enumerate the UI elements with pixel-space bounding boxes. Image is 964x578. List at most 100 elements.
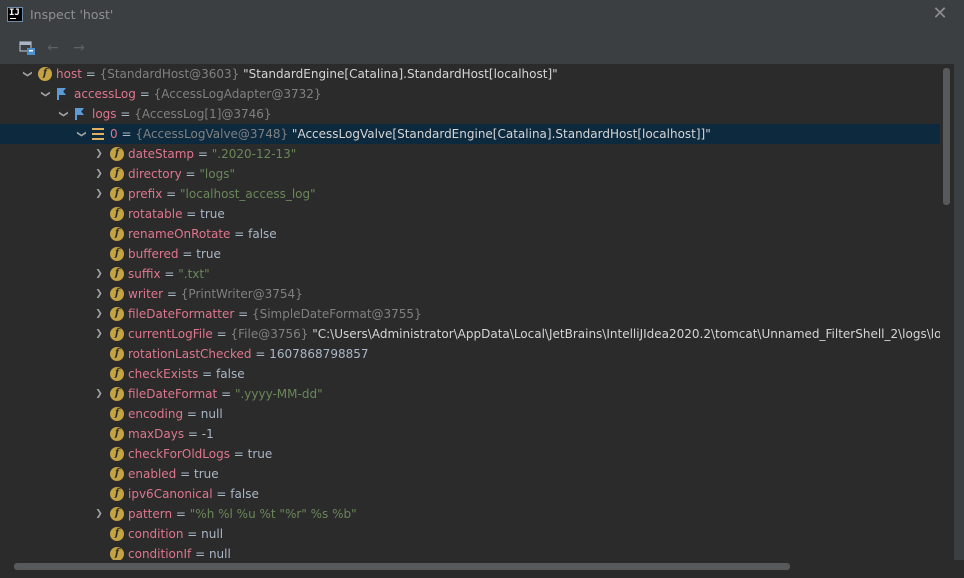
- tree-row[interactable]: f checkExists = false: [0, 364, 954, 384]
- field-icon: f: [110, 327, 124, 341]
- plain-value: false: [216, 367, 245, 381]
- equals-sign: =: [198, 367, 217, 381]
- plain-value: 1607868798857: [269, 347, 369, 361]
- type-label: {AccessLogValve@3748}: [135, 127, 289, 141]
- field-icon: f: [110, 307, 124, 321]
- tree-row-text: buffered = true: [128, 244, 221, 264]
- title-bar: IJ Inspect 'host' ✕: [0, 0, 964, 30]
- type-label: {PrintWriter@3754}: [180, 287, 303, 301]
- tree-row[interactable]: ❯ f fileDateFormat = ".yyyy-MM-dd": [0, 384, 954, 404]
- tree-row-text: ipv6Canonical = false: [128, 484, 259, 504]
- field-name: enabled: [128, 467, 177, 481]
- string-value: ".2020-12-13": [211, 147, 297, 161]
- tree-row-text: checkExists = false: [128, 364, 245, 384]
- tree-row[interactable]: ❯ accessLog = {AccessLogAdapter@3732}: [0, 84, 954, 104]
- close-icon[interactable]: ✕: [930, 4, 950, 24]
- tree-row-text: 0 = {AccessLogValve@3748} "AccessLogValv…: [110, 124, 711, 144]
- field-name: renameOnRotate: [128, 227, 231, 241]
- chevron-right-icon[interactable]: ❯: [93, 164, 105, 184]
- tree-row[interactable]: f ipv6Canonical = false: [0, 484, 954, 504]
- tree-row[interactable]: ❯ f directory = "logs": [0, 164, 954, 184]
- equals-sign: =: [182, 207, 201, 221]
- tree-row[interactable]: ❯ f prefix = "localhost_access_log": [0, 184, 954, 204]
- tree-row[interactable]: ❯ f host = {StandardHost@3603} "StandardEn…: [0, 64, 954, 84]
- tree-row[interactable]: ❯ f pattern = "%h %l %u %t "%r" %s %b": [0, 504, 954, 524]
- string-value: ".txt": [178, 267, 210, 281]
- chevron-right-icon[interactable]: ❯: [93, 264, 105, 284]
- equals-sign: =: [194, 147, 212, 161]
- string-value: "localhost_access_log": [180, 187, 316, 201]
- tree-row-text: accessLog = {AccessLogAdapter@3732}: [74, 84, 322, 104]
- field-name: encoding: [128, 407, 184, 421]
- equals-sign: =: [212, 327, 231, 341]
- tree-row[interactable]: f rotatable = true: [0, 204, 954, 224]
- chevron-down-icon[interactable]: ❯: [71, 128, 91, 140]
- plain-value: -1: [201, 427, 214, 441]
- plain-value: null: [208, 547, 231, 560]
- value-text: "AccessLogValve[StandardEngine[Catalina]…: [288, 127, 711, 141]
- tree-row[interactable]: f buffered = true: [0, 244, 954, 264]
- chevron-down-icon[interactable]: ❯: [17, 68, 37, 80]
- field-name: logs: [92, 107, 117, 121]
- tree-row[interactable]: ❯ 0 = {AccessLogValve@3748} "AccessLogVal…: [0, 124, 954, 144]
- tree-row-text: host = {StandardHost@3603} "StandardEngi…: [56, 64, 558, 84]
- variables-tree[interactable]: ❯ f host = {StandardHost@3603} "StandardEn…: [0, 64, 954, 560]
- tree-row[interactable]: ❯ f currentLogFile = {File@3756} "C:\Users…: [0, 324, 954, 344]
- tree-row[interactable]: f maxDays = -1: [0, 424, 954, 444]
- tree-row[interactable]: f encoding = null: [0, 404, 954, 424]
- chevron-right-icon[interactable]: ❯: [93, 384, 105, 404]
- chevron-down-icon[interactable]: ❯: [35, 88, 55, 100]
- tree-row[interactable]: f checkForOldLogs = true: [0, 444, 954, 464]
- field-name: checkForOldLogs: [128, 447, 230, 461]
- flag-icon: [56, 88, 66, 100]
- horizontal-scrollbar-thumb[interactable]: [14, 563, 790, 570]
- toolbar: ← →: [0, 30, 964, 64]
- tree-row[interactable]: ❯ f suffix = ".txt": [0, 264, 954, 284]
- chevron-right-icon[interactable]: ❯: [93, 184, 105, 204]
- string-value: "logs": [199, 167, 235, 181]
- tree-row[interactable]: f renameOnRotate = false: [0, 224, 954, 244]
- type-label: {File@3756}: [230, 327, 309, 341]
- field-icon: f: [110, 167, 124, 181]
- tree-row[interactable]: ❯ logs = {AccessLog[1]@3746}: [0, 104, 954, 124]
- field-icon: f: [110, 247, 124, 261]
- plain-value: true: [200, 207, 225, 221]
- equals-sign: =: [217, 387, 235, 401]
- back-arrow-icon[interactable]: ←: [44, 39, 62, 57]
- tree-row[interactable]: f enabled = true: [0, 464, 954, 484]
- inspect-add-icon[interactable]: [19, 39, 37, 57]
- field-name: fileDateFormat: [128, 387, 218, 401]
- chevron-right-icon[interactable]: ❯: [93, 504, 105, 524]
- chevron-down-icon[interactable]: ❯: [53, 108, 73, 120]
- field-name: dateStamp: [128, 147, 195, 161]
- tree-row-text: fileDateFormat = ".yyyy-MM-dd": [128, 384, 323, 404]
- value-text: "StandardEngine[Catalina].StandardHost[l…: [239, 67, 558, 81]
- chevron-right-icon[interactable]: ❯: [93, 324, 105, 344]
- equals-sign: =: [160, 267, 179, 281]
- window-title: Inspect 'host': [30, 7, 114, 22]
- tree-row-text: condition = null: [128, 524, 223, 544]
- type-label: {AccessLogAdapter@3732}: [153, 87, 322, 101]
- plain-value: true: [247, 447, 273, 461]
- equals-sign: =: [172, 507, 190, 521]
- field-name: fileDateFormatter: [128, 307, 235, 321]
- tree-row[interactable]: f rotationLastChecked = 1607868798857: [0, 344, 954, 364]
- chevron-right-icon[interactable]: ❯: [93, 284, 105, 304]
- tree-row[interactable]: f conditionIf = null: [0, 544, 954, 560]
- chevron-right-icon[interactable]: ❯: [93, 304, 105, 324]
- equals-sign: =: [163, 287, 181, 301]
- equals-sign: =: [251, 347, 270, 361]
- vertical-scrollbar-thumb[interactable]: [943, 68, 950, 205]
- tree-row[interactable]: ❯ f dateStamp = ".2020-12-13": [0, 144, 954, 164]
- equals-sign: =: [178, 247, 197, 261]
- tree-row[interactable]: ❯ f writer = {PrintWriter@3754}: [0, 284, 954, 304]
- tree-row-text: directory = "logs": [128, 164, 235, 184]
- field-icon: f: [110, 387, 124, 401]
- tree-row[interactable]: ❯ f fileDateFormatter = {SimpleDateFormat@…: [0, 304, 954, 324]
- tree-row[interactable]: f condition = null: [0, 524, 954, 544]
- forward-arrow-icon[interactable]: →: [70, 39, 88, 57]
- equals-sign: =: [117, 127, 136, 141]
- tree-row-text: rotatable = true: [128, 204, 225, 224]
- tree-row-text: logs = {AccessLog[1]@3746}: [92, 104, 272, 124]
- chevron-right-icon[interactable]: ❯: [93, 144, 105, 164]
